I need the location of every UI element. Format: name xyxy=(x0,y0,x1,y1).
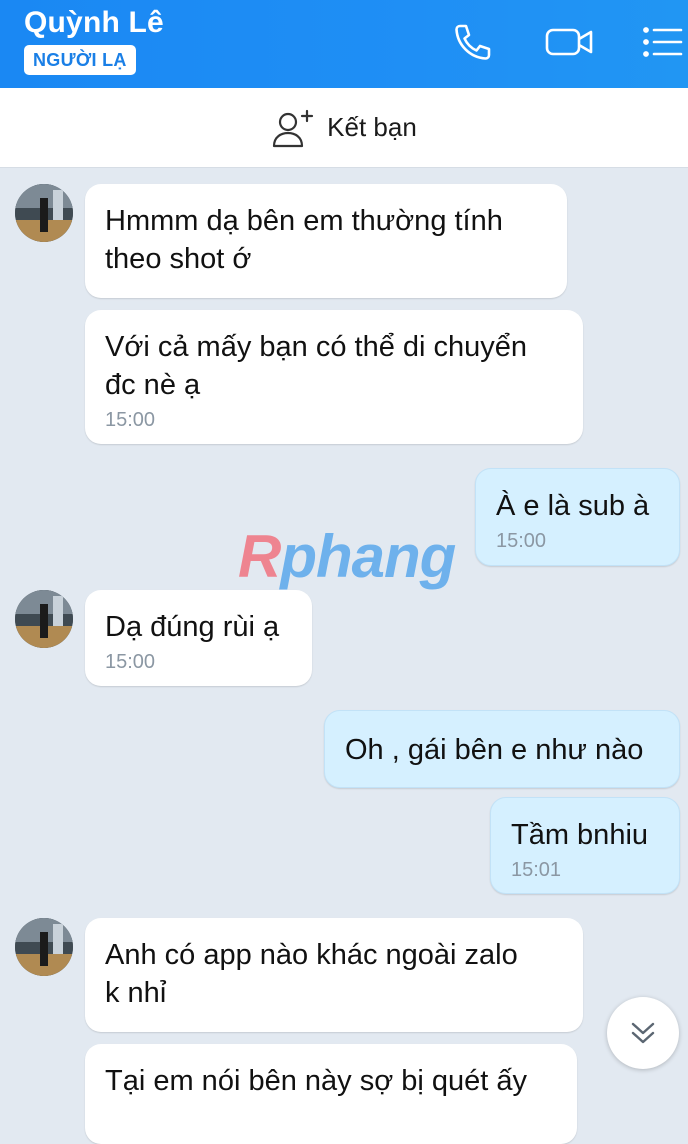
menu-icon[interactable] xyxy=(641,20,685,64)
message-bubble[interactable]: Hmmm dạ bên em thường tính theo shot ớ xyxy=(85,184,567,298)
message-bubble[interactable]: Anh có app nào khác ngoài zalo k nhỉ xyxy=(85,918,583,1032)
message-bubble[interactable]: Tại em nói bên này sợ bị quét ấy xyxy=(85,1044,577,1144)
message-time: 15:00 xyxy=(105,651,156,673)
message-time: 15:01 xyxy=(511,859,562,881)
message-text: Với cả mấy bạn có thể di chuyển đc nè ạ xyxy=(105,331,528,401)
message-text: Tầm bnhiu xyxy=(511,819,649,851)
add-friend-label: Kết bạn xyxy=(327,112,417,142)
message-text: Hmmm dạ bên em thường tính theo shot ớ xyxy=(105,205,503,275)
scroll-to-bottom-button[interactable] xyxy=(607,997,679,1069)
message-text: Oh , gái bên e như nào xyxy=(345,734,644,766)
message-time: 15:00 xyxy=(105,409,156,431)
avatar[interactable] xyxy=(15,184,73,242)
message-text: Tại em nói bên này sợ bị quét ấy xyxy=(105,1065,528,1097)
message-bubble[interactable]: Với cả mấy bạn có thể di chuyển đc nè ạ 1… xyxy=(85,310,583,444)
message-text: À e là sub à xyxy=(496,490,650,522)
message-bubble[interactable]: À e là sub à 15:00 xyxy=(475,468,680,566)
add-friend-button[interactable]: Kết bạn xyxy=(0,88,688,168)
stranger-badge: NGƯỜI LẠ xyxy=(24,45,136,75)
message-text: Dạ đúng rùi ạ xyxy=(105,611,280,643)
contact-name[interactable]: Quỳnh Lê xyxy=(24,6,164,40)
message-bubble[interactable]: Dạ đúng rùi ạ 15:00 xyxy=(85,590,312,686)
double-chevron-down-icon xyxy=(631,1022,655,1044)
chat-header: Quỳnh Lê NGƯỜI LẠ xyxy=(0,0,688,88)
message-text: Anh có app nào khác ngoài zalo k nhỉ xyxy=(105,939,518,1009)
video-call-icon[interactable] xyxy=(545,20,595,64)
watermark: Rphang xyxy=(238,523,456,590)
phone-icon[interactable] xyxy=(451,20,495,64)
message-time: 15:00 xyxy=(496,530,547,552)
add-user-icon xyxy=(273,109,314,147)
avatar[interactable] xyxy=(15,918,73,976)
message-bubble[interactable]: Oh , gái bên e như nào xyxy=(324,710,680,788)
message-bubble[interactable]: Tầm bnhiu 15:01 xyxy=(490,797,680,894)
avatar[interactable] xyxy=(15,590,73,648)
